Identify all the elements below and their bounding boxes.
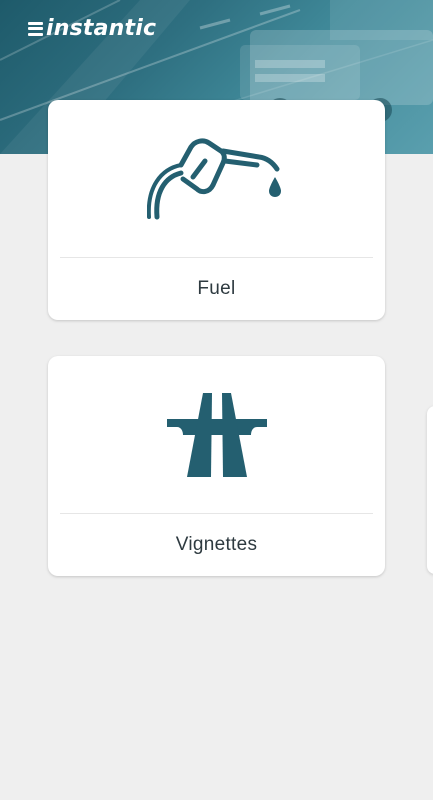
fuel-card[interactable]: Fuel [48,100,385,320]
fuel-pump-icon [48,130,385,230]
menu-icon[interactable] [28,21,43,36]
card-divider [60,513,373,514]
card-divider [60,257,373,258]
highway-icon [48,386,385,486]
vignettes-card[interactable]: Vignettes [48,356,385,576]
home-screen: instantic Fuel Vignettes [0,0,433,800]
next-card-peek[interactable] [427,406,433,574]
brand-name: instantic [46,16,157,41]
vignettes-label: Vignettes [175,534,258,555]
app-logo: instantic [28,16,156,41]
fuel-label: Fuel [197,278,236,299]
